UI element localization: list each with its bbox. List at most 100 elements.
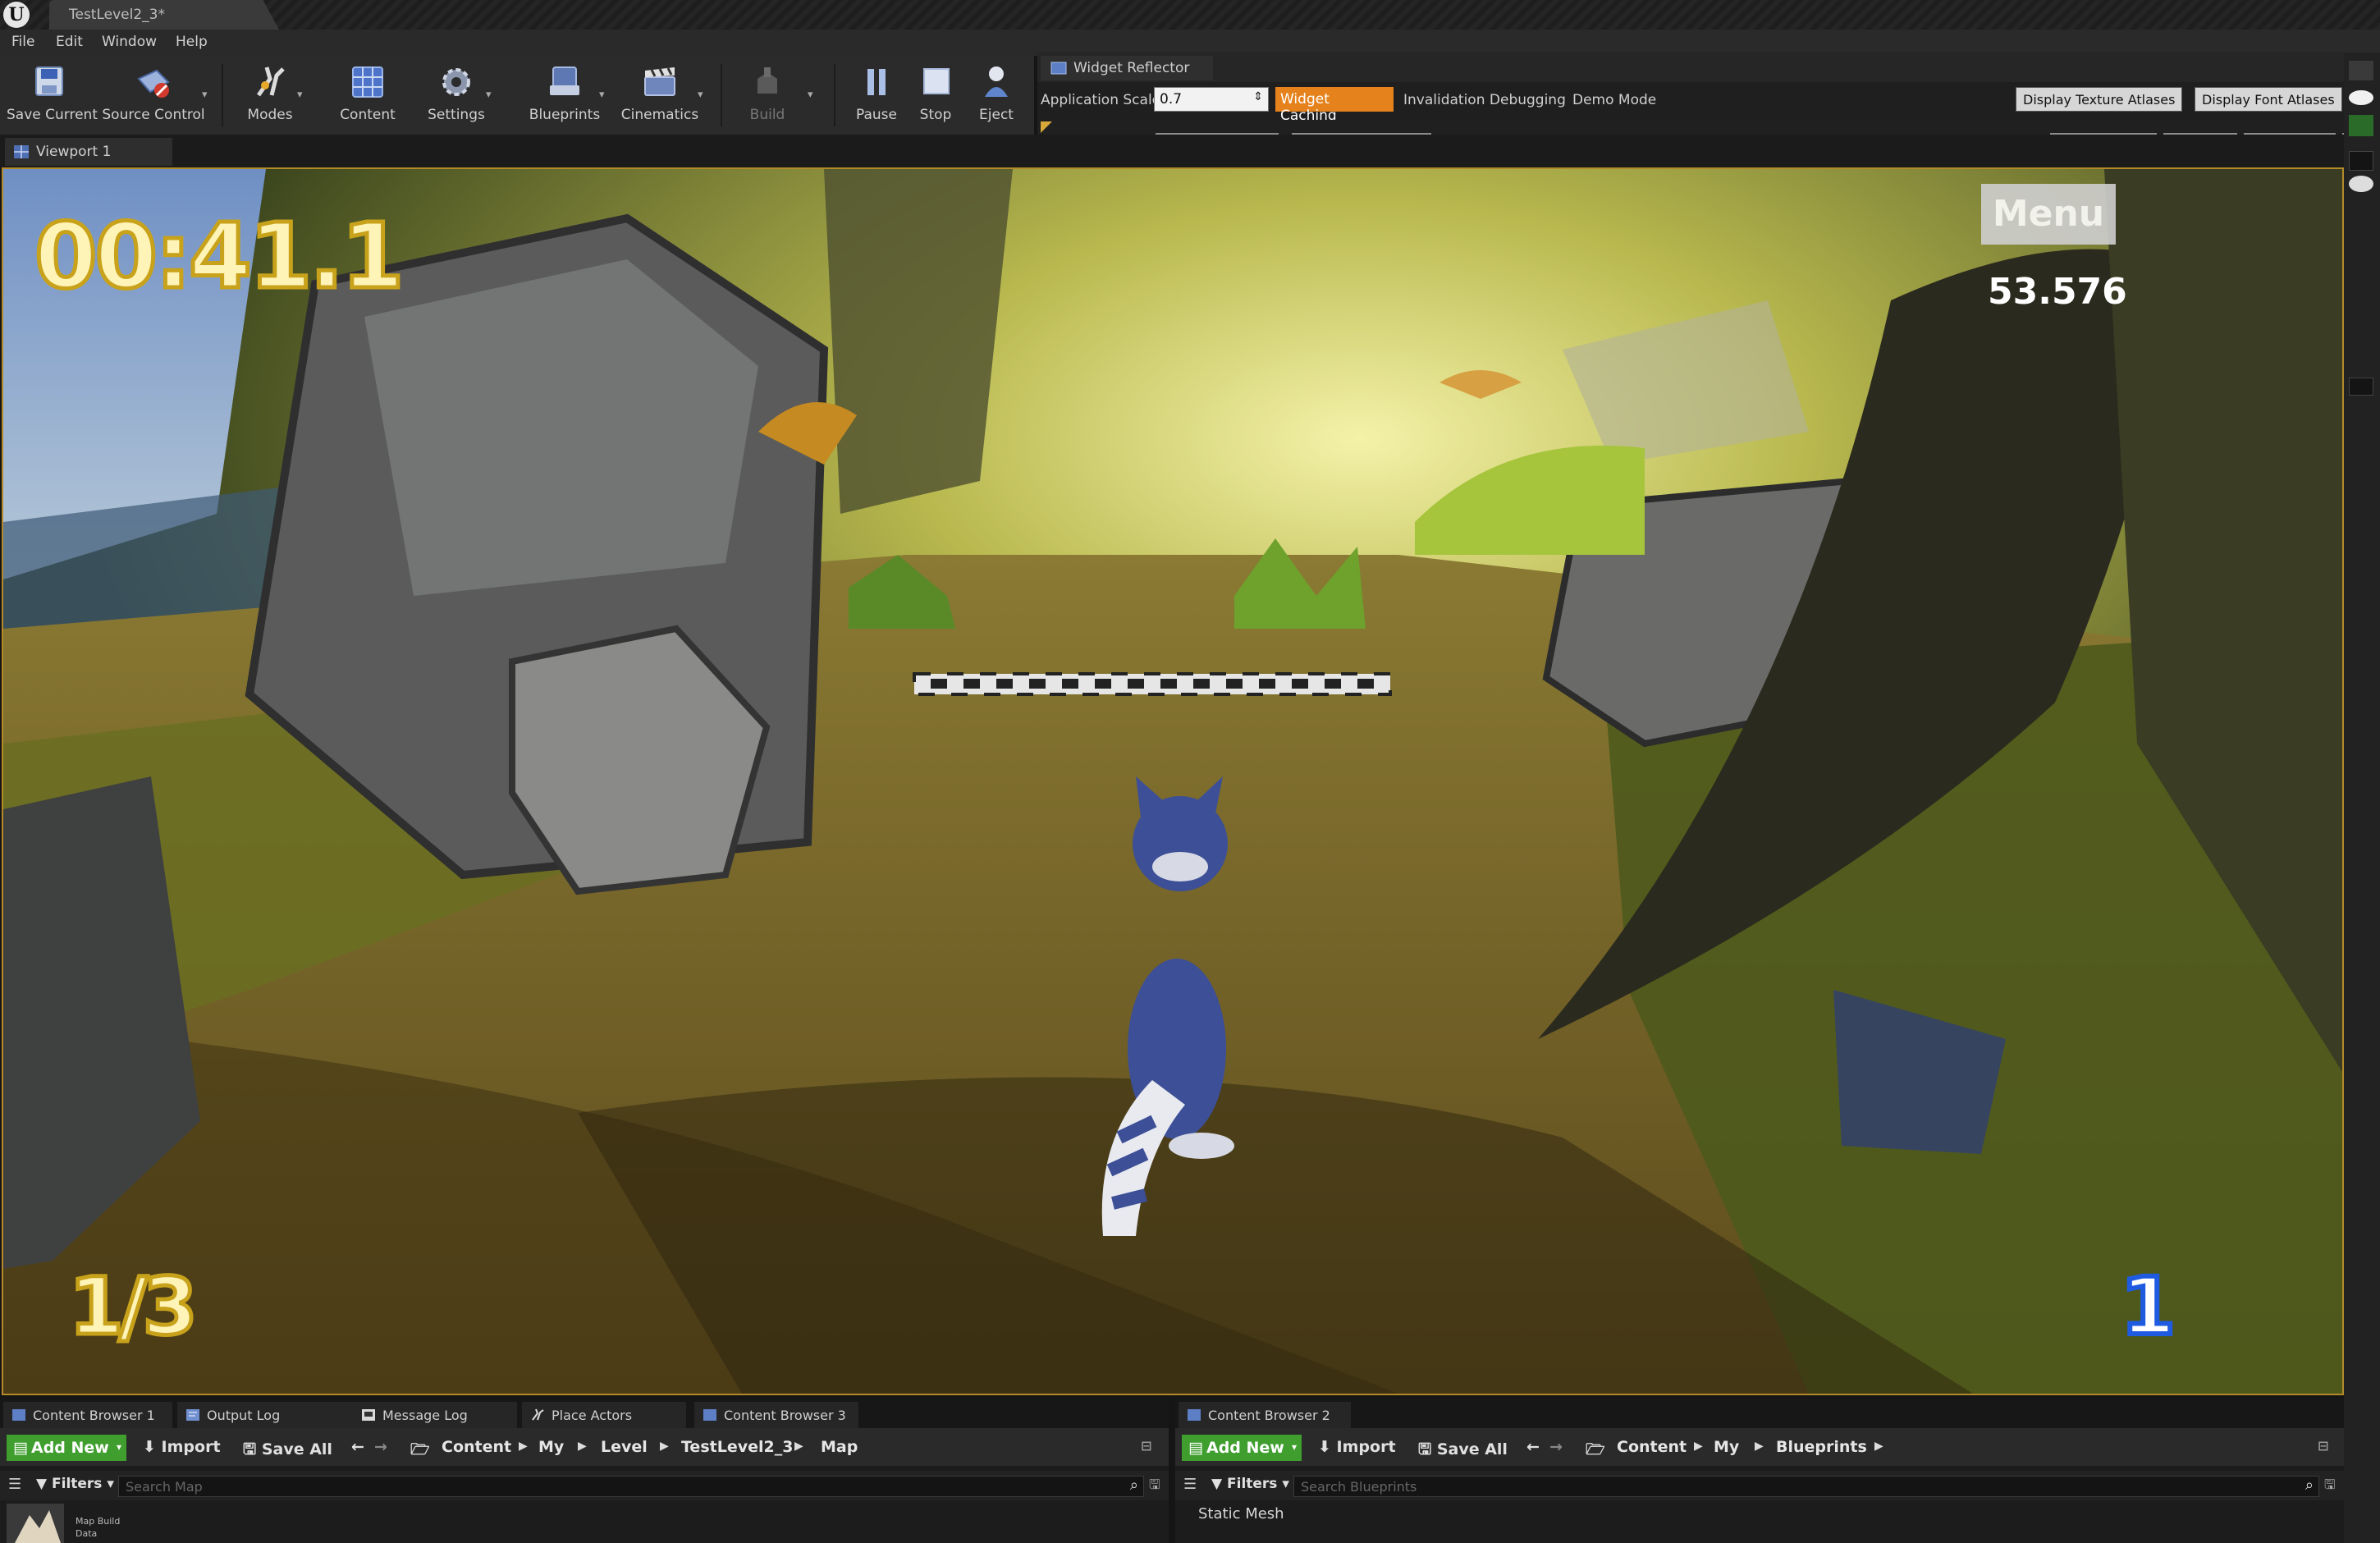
demo-mode-toggle[interactable]: Demo Mode	[1572, 92, 1656, 108]
content-browser-toolbar: ▤ Add New ▾ ⬇ Import 🖫 Save All ← → 🗁 Co…	[1175, 1428, 2344, 1466]
chevron-right-icon[interactable]: ▶	[794, 1440, 803, 1453]
lock-icon[interactable]: ⊟	[1141, 1438, 1151, 1454]
breadcrumb-content[interactable]: Content	[442, 1438, 511, 1456]
chevron-right-icon[interactable]: ▶	[519, 1440, 528, 1453]
widget-caching-toggle[interactable]: Widget Caching	[1275, 87, 1394, 124]
settings-dropdown-icon[interactable]: ▾	[486, 89, 492, 101]
application-scale-input[interactable]: 0.7 ⇕	[1154, 87, 1269, 112]
filters-label: Filters	[1227, 1476, 1278, 1492]
filters-button[interactable]: ▼ Filters ▾	[36, 1476, 114, 1492]
game-viewport[interactable]: 00:41.1 Menu 53.576 1/3 1	[2, 167, 2344, 1395]
menu-help[interactable]: Help	[176, 34, 208, 50]
display-texture-atlases-button[interactable]: Display Texture Atlases	[2016, 87, 2183, 112]
save-all-button[interactable]: 🖫 Save All	[1418, 1438, 1508, 1464]
build-dropdown-icon[interactable]: ▾	[808, 89, 813, 101]
menu-window[interactable]: Window	[102, 34, 157, 50]
save-all-label: Save All	[261, 1440, 332, 1458]
asset-thumbnail-map-build-data[interactable]	[7, 1504, 64, 1543]
history-back-icon[interactable]: ←	[1526, 1438, 1540, 1456]
breadcrumb-testlevel[interactable]: TestLevel2_3	[681, 1438, 793, 1456]
history-back-icon[interactable]: ←	[351, 1438, 364, 1456]
tab-content-browser-1[interactable]: Content Browser 1	[3, 1402, 172, 1428]
tab-content-browser-3[interactable]: Content Browser 3	[694, 1402, 858, 1428]
content-button[interactable]: Content	[328, 61, 407, 130]
chevron-right-icon[interactable]: ▶	[578, 1440, 587, 1453]
pause-button[interactable]: Pause	[845, 61, 908, 130]
breadcrumb-my[interactable]: My	[538, 1438, 564, 1456]
source-control-dropdown-icon[interactable]: ▾	[202, 89, 208, 101]
save-all-button[interactable]: 🖫 Save All	[243, 1438, 332, 1464]
radio-icon[interactable]	[2349, 90, 2373, 105]
add-new-label: Add New	[31, 1439, 109, 1457]
chevron-right-icon[interactable]: ▶	[660, 1440, 669, 1453]
spin-arrows-icon[interactable]: ⇕	[1253, 90, 1263, 103]
static-mesh-filter-chip[interactable]: Static Mesh	[1198, 1505, 1284, 1522]
viewport-tab[interactable]: Viewport 1	[5, 138, 172, 166]
eject-icon	[985, 66, 1008, 97]
widget-reflector-tab[interactable]: Widget Reflector	[1041, 56, 1213, 80]
save-current-label: Save Current	[7, 107, 98, 123]
search-icon[interactable]: ⌕	[1130, 1477, 1138, 1494]
breadcrumb-level[interactable]: Level	[601, 1438, 648, 1456]
add-new-button[interactable]: ▤ Add New ▾	[7, 1435, 126, 1461]
build-button[interactable]: Build	[730, 61, 804, 130]
history-forward-icon[interactable]: →	[1549, 1438, 1563, 1456]
sources-toggle-icon[interactable]: ☰	[8, 1476, 21, 1493]
search-field[interactable]	[2349, 151, 2373, 171]
add-button[interactable]	[2349, 115, 2373, 136]
reflector-tree-header	[1037, 120, 2346, 136]
lock-icon[interactable]: ⊟	[2318, 1438, 2328, 1454]
tab-message-log[interactable]: Message Log	[353, 1402, 517, 1428]
history-forward-icon[interactable]: →	[374, 1438, 387, 1456]
panel-tab[interactable]	[2349, 61, 2373, 80]
stop-button[interactable]: Stop	[906, 61, 965, 130]
blueprints-button[interactable]: Blueprints	[522, 61, 607, 130]
cinematics-button[interactable]: Cinematics	[617, 61, 703, 130]
chevron-right-icon[interactable]: ▶	[1874, 1440, 1883, 1453]
widget-reflector-panel: Widget Reflector Application Scale: 0.7 …	[1037, 53, 2346, 136]
folder-icon[interactable]: 🗁	[410, 1438, 430, 1464]
settings-button[interactable]: Settings	[417, 61, 496, 130]
breadcrumb-blueprints[interactable]: Blueprints	[1776, 1438, 1867, 1456]
modes-button[interactable]: Modes	[233, 61, 307, 130]
source-control-button[interactable]: Source Control	[102, 61, 205, 130]
toolbar-separator	[721, 64, 722, 126]
display-font-atlases-button[interactable]: Display Font Atlases	[2195, 87, 2342, 112]
filters-button[interactable]: ▼ Filters ▾	[1211, 1476, 1289, 1492]
tab-content-browser-2[interactable]: Content Browser 2	[1179, 1402, 1351, 1428]
modes-dropdown-icon[interactable]: ▾	[297, 89, 303, 101]
import-button[interactable]: ⬇ Import	[143, 1438, 221, 1456]
menu-button[interactable]: Menu	[1981, 184, 2116, 245]
race-position: 1	[2118, 1258, 2178, 1355]
search-blueprints-input[interactable]: Search Blueprints ⌕	[1293, 1476, 2319, 1497]
source-control-label: Source Control	[102, 107, 205, 123]
menu-edit[interactable]: Edit	[56, 34, 83, 50]
eject-button[interactable]: Eject	[967, 61, 1026, 130]
folder-icon[interactable]: 🗁	[1586, 1438, 1605, 1464]
breadcrumb-my[interactable]: My	[1714, 1438, 1739, 1456]
tab-output-log[interactable]: Output Log	[177, 1402, 353, 1428]
cinematics-dropdown-icon[interactable]: ▾	[698, 89, 703, 101]
breadcrumb-map[interactable]: Map	[821, 1438, 858, 1456]
search-field[interactable]	[2349, 378, 2373, 396]
sources-toggle-icon[interactable]: ☰	[1183, 1476, 1197, 1493]
save-icon	[35, 66, 63, 96]
save-current-button[interactable]: Save Current	[7, 61, 98, 130]
search-icon[interactable]: ⌕	[2305, 1477, 2314, 1494]
invalidation-debugging-toggle[interactable]: Invalidation Debugging	[1403, 92, 1566, 108]
tab-place-actors[interactable]: Place Actors	[522, 1402, 686, 1428]
breadcrumb-content[interactable]: Content	[1617, 1438, 1687, 1456]
save-search-icon[interactable]: 🖫	[1149, 1476, 1160, 1498]
search-map-input[interactable]: Search Map ⌕	[118, 1476, 1144, 1497]
blueprints-dropdown-icon[interactable]: ▾	[599, 89, 605, 101]
add-new-button[interactable]: ▤ Add New ▾	[1182, 1435, 1302, 1461]
toggle-icon[interactable]	[2349, 176, 2373, 192]
document-tab[interactable]: TestLevel2_3*	[49, 0, 279, 30]
main-toolbar: Save Current Source Control ▾ Modes ▾ Co…	[0, 56, 1034, 135]
menu-file[interactable]: File	[11, 34, 34, 50]
unreal-logo-icon[interactable]: U	[3, 2, 30, 28]
chevron-right-icon[interactable]: ▶	[1755, 1440, 1764, 1453]
save-search-icon[interactable]: 🖫	[2324, 1476, 2336, 1498]
chevron-right-icon[interactable]: ▶	[1694, 1440, 1703, 1453]
import-button[interactable]: ⬇ Import	[1318, 1438, 1396, 1456]
